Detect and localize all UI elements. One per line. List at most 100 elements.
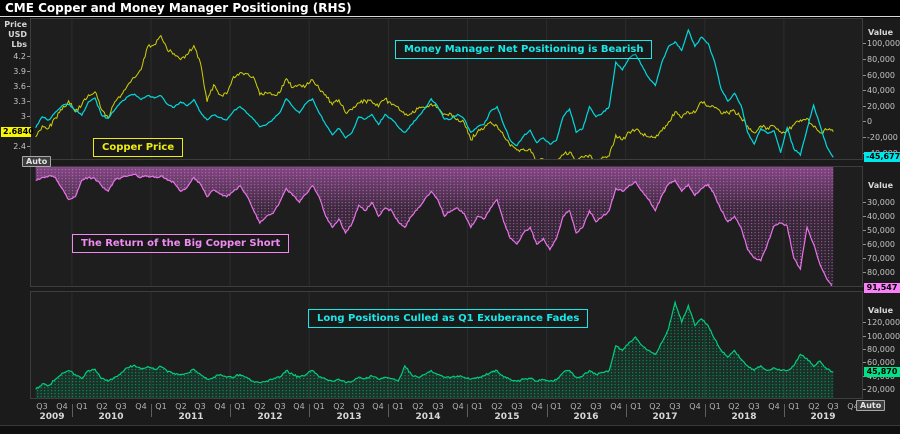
y-axis-tick-mark [863,258,866,259]
y-axis-tick-label: 100,000 [867,39,900,48]
x-axis-year-label: 2018 [728,412,760,422]
money-manager-gross-short-positioning-fill-gradient [36,166,834,287]
x-axis-quarter-label: Q2 [567,402,585,411]
auto-scale-button-right[interactable]: Auto [856,400,885,411]
x-axis-year-separator [151,404,152,417]
y-axis-tick-label: -20,000 [867,133,898,142]
x-axis-quarter-label: Q1 [152,402,170,411]
y-axis-tick-label: 120,000 [867,318,900,327]
x-axis-year-separator [72,404,73,417]
x-axis-quarter-label: Q1 [547,402,565,411]
y-axis-tick-label: 3.9 [0,67,26,76]
y-axis-tick-label: 40,000 [867,212,895,221]
x-axis-quarter-label: Q2 [330,402,348,411]
y-axis-tick-label: 20,000 [867,385,895,394]
auto-scale-button-left[interactable]: Auto [22,156,51,167]
y-axis-tick-mark [863,43,866,44]
y-axis-tick-mark [863,137,866,138]
x-axis-quarter-label: Q4 [132,402,150,411]
x-axis-quarter-label: Q2 [725,402,743,411]
y-axis-tick-label: 2.4 [0,142,26,151]
y-axis-tick-label: 60,000 [867,71,895,80]
x-axis-quarter-label: Q4 [686,402,704,411]
annotation-big-copper-short[interactable]: The Return of the Big Copper Short [72,234,289,253]
x-axis-quarter-label: Q2 [172,402,190,411]
y-axis-tick-label: 30,000 [867,198,895,207]
x-axis-quarter-label: Q2 [251,402,269,411]
x-axis-year-label: 2012 [254,412,286,422]
x-axis-quarter-label: Q3 [508,402,526,411]
y-axis-tick-label: 40,000 [867,86,895,95]
y-axis-tick-mark [863,230,866,231]
annotation-long-positions-culled[interactable]: Long Positions Culled as Q1 Exuberance F… [308,309,588,328]
x-axis-quarter-label: Q4 [211,402,229,411]
y-axis-tick-label: 60,000 [867,240,895,249]
x-axis-quarter-label: Q1 [389,402,407,411]
chart-title: CME Copper and Money Manager Positioning… [0,0,900,17]
x-axis-year-label: 2009 [36,412,68,422]
left-axis-header-price: Price [0,20,27,30]
x-axis-quarter-label: Q1 [627,402,645,411]
x-axis-quarter-label: Q4 [53,402,71,411]
y-axis-tick-mark [863,336,866,337]
y-axis-tick-label: 50,000 [867,226,895,235]
x-axis-year-label: 2019 [807,412,839,422]
right-axis-header: Value [868,306,893,315]
x-axis-quarter-label: Q3 [824,402,842,411]
x-axis-year-separator [467,404,468,417]
y-axis-tick-label: 70,000 [867,254,895,263]
y-axis-tick-mark [27,86,30,87]
left-axis-header: Price USD Lbs [0,20,27,50]
y-axis-tick-mark [863,362,866,363]
x-axis-quarter-label: Q2 [488,402,506,411]
y-axis-tick-label: 100,000 [867,332,900,341]
x-axis-quarter-label: Q4 [369,402,387,411]
y-axis-tick-label: 60,000 [867,358,895,367]
x-axis-year-label: 2017 [649,412,681,422]
y-axis-tick-mark [27,56,30,57]
x-axis-quarter-label: Q3 [429,402,447,411]
left-axis-header-usd: USD [0,30,27,40]
y-axis-tick-mark [27,116,30,117]
panel-gross-shorts[interactable] [30,166,863,287]
x-axis-quarter-label: Q1 [231,402,249,411]
x-axis-year-separator [784,404,785,417]
x-axis-quarter-label: Q2 [409,402,427,411]
x-axis-year-label: 2010 [95,412,127,422]
y-axis-tick-mark [863,90,866,91]
y-axis-tick-mark [863,389,866,390]
x-axis-quarter-label: Q4 [528,402,546,411]
x-axis-quarter-label: Q3 [350,402,368,411]
y-axis-tick-mark [863,349,866,350]
x-axis-quarter-label: Q3 [587,402,605,411]
x-axis-quarter-label: Q1 [310,402,328,411]
x-axis-quarter-label: Q3 [271,402,289,411]
x-axis-quarter-label: Q2 [805,402,823,411]
y-axis-tick-mark [863,244,866,245]
panel-gross-longs[interactable] [30,291,863,399]
annotation-net-positioning-bearish[interactable]: Money Manager Net Positioning is Bearish [395,40,652,59]
x-axis-year-label: 2015 [491,412,523,422]
x-axis-quarter-label: Q1 [706,402,724,411]
y-axis-tick-mark [863,322,866,323]
window-bottom-strip [0,425,900,434]
y-axis-tick-mark [863,106,866,107]
y-axis-tick-label: 80,000 [867,345,895,354]
x-axis-year-label: 2014 [412,412,444,422]
x-axis-quarter-label: Q2 [93,402,111,411]
x-axis-quarter-label: Q3 [112,402,130,411]
x-axis-quarter-label: Q3 [33,402,51,411]
x-axis-quarter-label: Q3 [666,402,684,411]
chart-area[interactable]: Price USD Lbs Money Manager Net Position… [0,18,900,425]
last-value-badge-short: 91,547 [864,283,900,293]
left-axis-header-lbs: Lbs [0,40,27,50]
x-axis-quarter-label: Q2 [646,402,664,411]
y-axis-tick-mark [27,101,30,102]
y-axis-tick-mark [863,216,866,217]
x-axis-year-separator [626,404,627,417]
y-axis-tick-label: 3 [0,112,26,121]
y-axis-tick-label: 3.3 [0,97,26,106]
y-axis-tick-label: 0 [867,117,872,126]
y-axis-tick-mark [27,146,30,147]
annotation-copper-price[interactable]: Copper Price [93,138,183,157]
